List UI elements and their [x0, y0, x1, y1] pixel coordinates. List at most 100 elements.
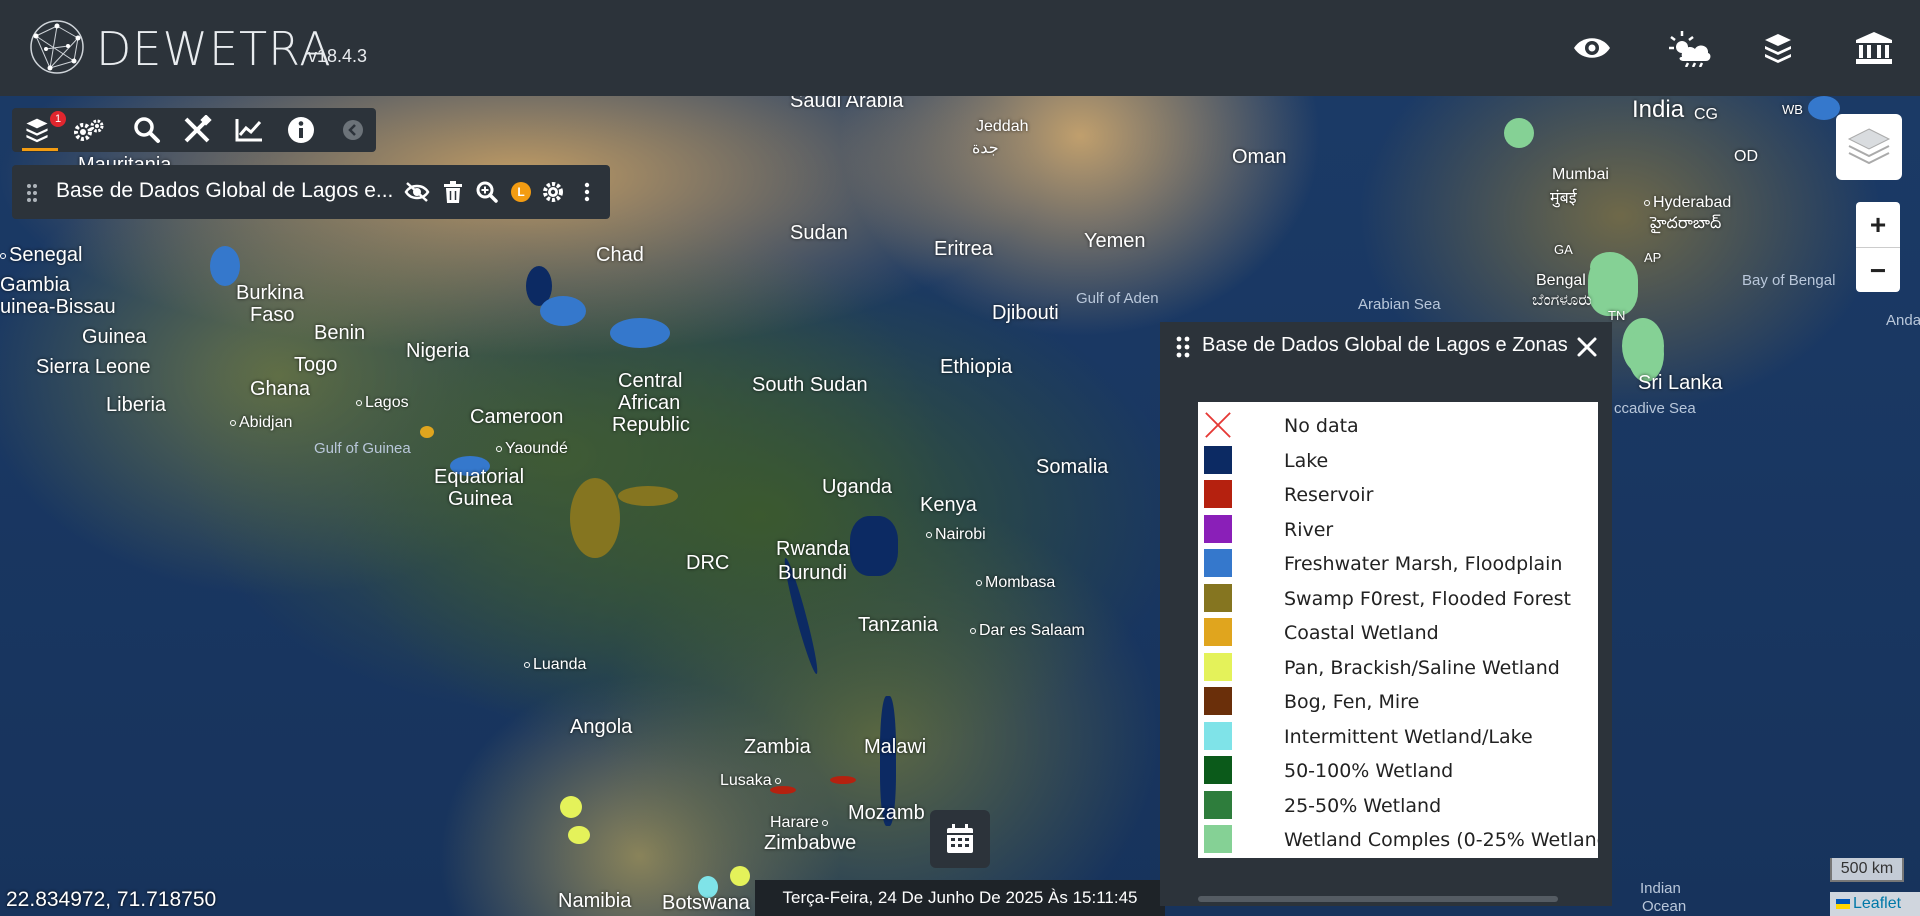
- map-toolbar: 1: [12, 108, 376, 152]
- delete-layer-button[interactable]: [440, 179, 466, 205]
- horizontal-scrollbar[interactable]: [1198, 896, 1558, 902]
- map-label-jeddah-ar: جدة: [972, 140, 999, 157]
- map-label-mumbai: Mumbai: [1552, 166, 1609, 183]
- layer-settings-button[interactable]: [540, 179, 566, 205]
- weather-button[interactable]: [1668, 26, 1712, 70]
- map-label-ethiopia: Ethiopia: [940, 356, 1013, 378]
- legend-item: River: [1198, 512, 1598, 546]
- legend-label: Reservoir: [1284, 484, 1374, 506]
- weather-icon: [1669, 31, 1711, 67]
- map-label-kenya: Kenya: [920, 494, 977, 516]
- map-label-guinea-bissau: uinea-Bissau: [0, 296, 116, 318]
- wetland-feature: [560, 796, 582, 818]
- drag-handle-icon[interactable]: [1176, 336, 1190, 358]
- map-label-eritrea: Eritrea: [934, 238, 993, 260]
- collapse-toolbar-button[interactable]: [336, 114, 370, 146]
- legend-label: Coastal Wetland: [1284, 622, 1439, 644]
- eye-button[interactable]: [1570, 26, 1614, 70]
- settings-tool-button[interactable]: [72, 114, 106, 146]
- map-label-mozambique: Mozamb: [848, 802, 925, 824]
- app-brand: DEWETRA: [96, 22, 332, 76]
- map-label-south-sudan: South Sudan: [752, 374, 868, 396]
- zoom-in-icon: [476, 181, 498, 203]
- tools-icon: [184, 115, 212, 143]
- close-icon: [1577, 337, 1597, 357]
- map-label-malawi: Malawi: [864, 736, 927, 758]
- map-label-sierra-leone: Sierra Leone: [36, 356, 151, 378]
- map-label-saudi-arabia: Saudi Arabia: [790, 96, 904, 112]
- close-legend-button[interactable]: [1572, 332, 1602, 362]
- map-label-faso: Faso: [250, 304, 295, 326]
- legend-label: Freshwater Marsh, Floodplain: [1284, 553, 1563, 575]
- map-label-gulf-of-aden: Gulf of Aden: [1076, 290, 1159, 307]
- legend-item: Pan, Brackish/Saline Wetland: [1198, 650, 1598, 684]
- drag-handle-icon[interactable]: [26, 183, 38, 203]
- legend-item: Coastal Wetland: [1198, 615, 1598, 649]
- map-label-burundi: Burundi: [778, 562, 847, 584]
- map-label-liberia: Liberia: [106, 394, 167, 416]
- cursor-coordinates: 22.834972, 71.718750: [6, 888, 217, 911]
- legend-swatch: [1204, 514, 1232, 543]
- legend-swatch: [1204, 618, 1232, 646]
- legend-title: Base de Dados Global de Lagos e Zonas: [1202, 334, 1568, 356]
- legend-item: Reservoir: [1198, 477, 1598, 511]
- info-tool-button[interactable]: [284, 114, 318, 146]
- map-label-togo: Togo: [294, 354, 338, 376]
- legend-item: Bog, Fen, Mire: [1198, 684, 1598, 718]
- legend-toggle-button[interactable]: L: [508, 179, 534, 205]
- legend-label: Intermittent Wetland/Lake: [1284, 725, 1533, 748]
- map-attribution[interactable]: Leaflet: [1830, 892, 1920, 916]
- chart-tool-button[interactable]: [232, 114, 266, 146]
- institution-icon: [1856, 32, 1892, 64]
- legend-label: Lake: [1284, 449, 1329, 472]
- institution-button[interactable]: [1852, 26, 1896, 70]
- toggle-visibility-button[interactable]: [404, 179, 430, 205]
- legend-item: Wetland Comples (0-25% Wetland): [1198, 822, 1598, 856]
- map-canvas[interactable]: Saudi Arabia Mauritania India Senegal Ga…: [0, 96, 1920, 916]
- layers-tool-button[interactable]: [20, 114, 54, 146]
- wetland-feature: [210, 246, 240, 286]
- attribution-link[interactable]: Leaflet: [1853, 895, 1901, 912]
- zoom-in-button[interactable]: +: [1856, 202, 1900, 247]
- map-label-burkina: Burkina: [236, 282, 304, 304]
- legend-item: Swamp F0rest, Flooded Forest: [1198, 581, 1598, 615]
- map-label-gulf-of-guinea: Gulf of Guinea: [314, 440, 411, 457]
- map-label-bengaluru-kn: ಬೆಂಗಳೂರು: [1532, 292, 1592, 309]
- map-label-hyderabad-te: హైదరాబాద్: [1650, 215, 1722, 232]
- wetland-feature: [540, 296, 586, 326]
- wetland-feature: [568, 826, 590, 844]
- map-label-djibouti: Djibouti: [992, 302, 1059, 324]
- zoom-to-layer-button[interactable]: [474, 179, 500, 205]
- layer-row[interactable]: Base de Dados Global de Lagos e... L: [12, 165, 610, 219]
- layer-name: Base de Dados Global de Lagos e...: [56, 179, 394, 202]
- zoom-out-button[interactable]: −: [1856, 248, 1900, 293]
- legend-panel: Base de Dados Global de Lagos e Zonas No…: [1160, 322, 1612, 906]
- map-label-botswana: Botswana: [662, 892, 750, 914]
- legend-swatch: [1204, 445, 1232, 474]
- layer-more-button[interactable]: [574, 179, 600, 205]
- map-label-andaman: Anda: [1886, 312, 1920, 329]
- active-tab-indicator: [22, 148, 58, 151]
- legend-item: Lake: [1198, 443, 1598, 477]
- search-tool-button[interactable]: [130, 114, 164, 146]
- map-label-sudan: Sudan: [790, 222, 848, 244]
- calendar-button[interactable]: [930, 810, 990, 868]
- map-label-indian-ocean: Indian: [1640, 880, 1681, 897]
- map-label-chad: Chad: [596, 244, 644, 266]
- map-label-zambia: Zambia: [744, 736, 811, 758]
- basemap-switcher-button[interactable]: [1836, 114, 1902, 180]
- map-label-angola: Angola: [570, 716, 633, 738]
- map-label-abidjan: Abidjan: [230, 414, 292, 432]
- map-label-rwanda: Rwanda: [776, 538, 850, 560]
- legend-swatch: [1204, 790, 1232, 819]
- calendar-icon: [947, 824, 973, 853]
- legend-label: 50-100% Wetland: [1284, 760, 1454, 782]
- legend-item: Freshwater Marsh, Floodplain: [1198, 546, 1598, 580]
- legend-item: 25-50% Wetland: [1198, 788, 1598, 822]
- layers-icon: [26, 118, 48, 143]
- layers-icon: [1765, 34, 1791, 63]
- drawing-tools-button[interactable]: [180, 114, 214, 146]
- layers-header-button[interactable]: [1756, 26, 1800, 70]
- map-label-equatorial: Equatorial: [434, 466, 525, 488]
- scale-bar: 500 km: [1830, 858, 1904, 882]
